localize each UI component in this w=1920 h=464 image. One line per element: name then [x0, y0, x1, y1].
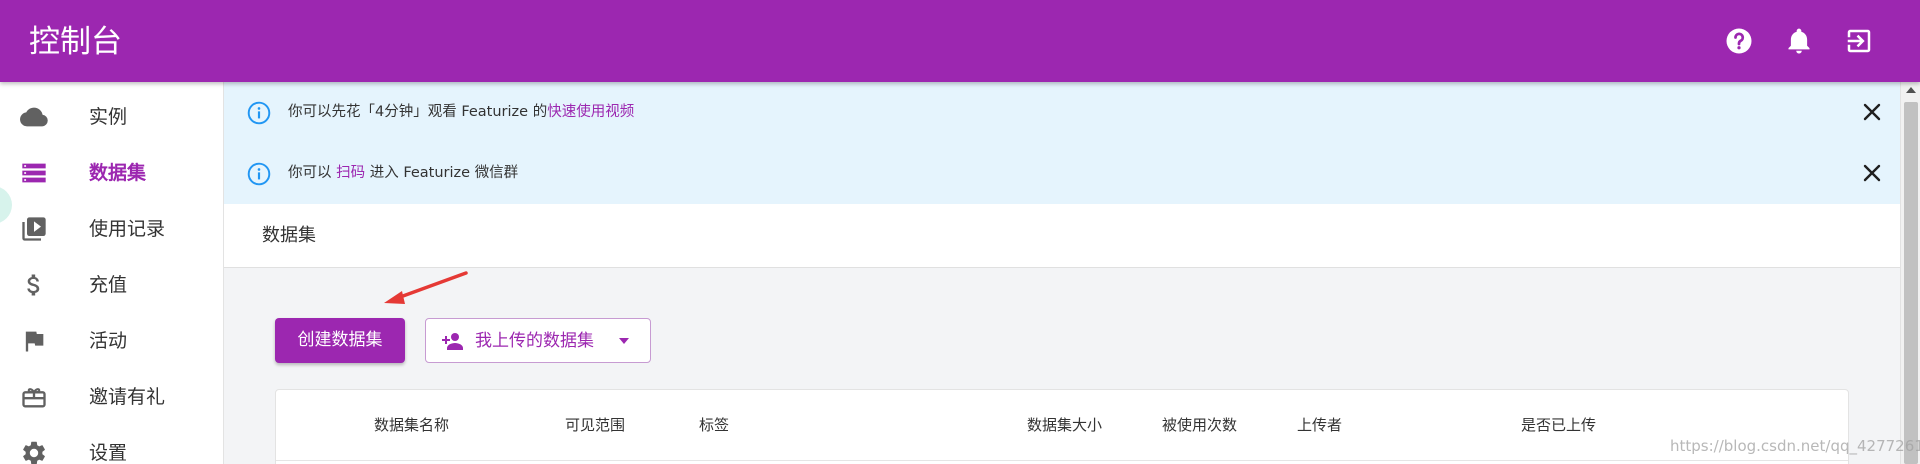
sidebar-item-recharge[interactable]: 充值	[0, 257, 223, 313]
info-alert-wechat: 你可以 扫码 进入 Featurize 微信群	[224, 143, 1900, 204]
quick-start-video-link[interactable]: 快速使用视频	[547, 104, 634, 120]
alert-message: 你可以 扫码 进入 Featurize 微信群	[288, 162, 518, 184]
page-title: 数据集	[262, 225, 316, 246]
sidebar-item-label: 活动	[89, 330, 128, 352]
info-icon	[246, 161, 272, 187]
caret-down-icon	[618, 336, 630, 346]
column-header-tags: 标签	[699, 416, 730, 434]
create-dataset-button[interactable]: 创建数据集	[275, 318, 405, 363]
logout-icon[interactable]	[1844, 26, 1874, 56]
storage-icon	[20, 159, 48, 187]
column-header-usage-count: 被使用次数	[1162, 416, 1238, 434]
sidebar: 实例 数据集 使用记录 充值 活动 邀请有礼 设置	[0, 82, 224, 464]
sidebar-item-activities[interactable]: 活动	[0, 313, 223, 369]
scrollbar-thumb[interactable]	[1904, 102, 1918, 464]
help-icon[interactable]	[1724, 26, 1754, 56]
app-title: 控制台	[29, 24, 122, 60]
sidebar-item-label: 设置	[89, 442, 128, 464]
column-header-uploader: 上传者	[1297, 416, 1343, 434]
sidebar-item-label: 充值	[89, 274, 128, 296]
sidebar-item-label: 邀请有礼	[89, 386, 166, 408]
sidebar-item-label: 数据集	[89, 162, 147, 184]
dataset-filter-dropdown[interactable]: 我上传的数据集	[425, 318, 651, 363]
top-app-bar: 控制台	[0, 0, 1920, 82]
cloud-icon	[20, 103, 48, 131]
info-alert-video: 你可以先花「4分钟」观看 Featurize 的快速使用视频	[224, 82, 1900, 143]
close-icon[interactable]	[1860, 161, 1884, 185]
alert-text-before: 你可以先花「4分钟」观看 Featurize 的	[288, 104, 548, 120]
annotation-arrow	[380, 271, 470, 307]
datasets-table: 数据集名称 可见范围 标签 数据集大小 被使用次数 上传者 是否已上传	[275, 389, 1849, 464]
person-add-icon	[440, 331, 464, 351]
dollar-icon	[20, 271, 48, 299]
sidebar-item-usage-records[interactable]: 使用记录	[0, 201, 223, 257]
flag-icon	[20, 327, 48, 355]
sidebar-item-settings[interactable]: 设置	[0, 425, 223, 464]
gear-icon	[20, 439, 48, 464]
sidebar-item-label: 使用记录	[89, 218, 166, 240]
video-library-icon	[20, 215, 48, 243]
column-header-name: 数据集名称	[374, 416, 450, 434]
sidebar-item-instances[interactable]: 实例	[0, 89, 223, 145]
close-icon[interactable]	[1860, 100, 1884, 124]
sidebar-item-invite[interactable]: 邀请有礼	[0, 369, 223, 425]
bell-icon[interactable]	[1784, 26, 1814, 56]
breadcrumb: 数据集	[224, 204, 1900, 268]
table-divider	[276, 460, 1848, 461]
sidebar-item-label: 实例	[89, 106, 128, 128]
alert-message: 你可以先花「4分钟」观看 Featurize 的快速使用视频	[288, 101, 634, 123]
alert-text-after: 进入 Featurize 微信群	[365, 165, 519, 181]
scroll-up-arrow-icon[interactable]	[1905, 86, 1917, 94]
column-header-size: 数据集大小	[1027, 416, 1103, 434]
column-header-visibility: 可见范围	[565, 416, 626, 434]
page-scrollbar[interactable]	[1900, 82, 1920, 464]
column-header-uploaded-status: 是否已上传	[1521, 416, 1597, 434]
sidebar-item-datasets[interactable]: 数据集	[0, 145, 223, 201]
watermark: https://blog.csdn.net/qq_42772612	[1670, 437, 1920, 455]
info-icon	[246, 100, 272, 126]
gift-card-icon	[20, 383, 48, 411]
filter-label: 我上传的数据集	[475, 331, 594, 351]
main-content: 你可以先花「4分钟」观看 Featurize 的快速使用视频 你可以 扫码 进入…	[224, 82, 1900, 464]
alert-text-before: 你可以	[288, 165, 337, 181]
scan-qr-link[interactable]: 扫码	[336, 165, 365, 181]
